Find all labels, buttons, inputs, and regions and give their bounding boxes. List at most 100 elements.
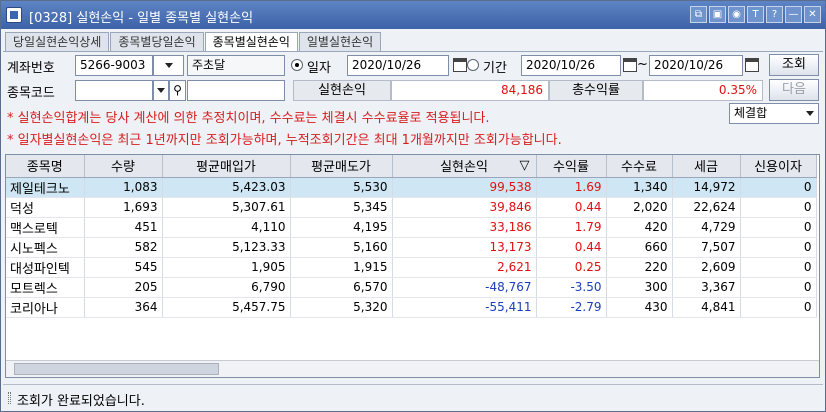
close-icon[interactable]: ✕	[804, 6, 821, 23]
table-row[interactable]: 대성파인텍 545 1,905 1,915 2,621 0.25 220 2,6…	[6, 257, 817, 278]
cell-avg-buy: 4,110	[162, 217, 291, 238]
cell-avg-sell: 5,320	[290, 297, 393, 318]
search-icon[interactable]: ⚲	[169, 80, 186, 101]
column-header[interactable]: 수수료	[606, 155, 673, 178]
cell-tax: 7,507	[672, 237, 741, 258]
status-bar: 조회가 완료되었습니다.	[3, 384, 823, 410]
link-window-icon[interactable]: ⧉	[690, 6, 707, 23]
cell-name: 덕성	[6, 197, 85, 218]
period-end-field[interactable]: 2020/10/26	[649, 55, 743, 76]
notice-line-2: * 일자별실현손익은 최근 1년까지만 조회가능하며, 누적조회기간은 최대 1…	[7, 133, 562, 148]
cell-pnl: 2,621	[392, 257, 537, 278]
stock-code-label: 종목코드	[7, 86, 55, 101]
horizontal-scrollbar[interactable]	[6, 360, 819, 377]
cell-pnl: -48,767	[392, 277, 537, 298]
table-body: 제일테크노 1,083 5,423.03 5,530 99,538 1.69 1…	[6, 177, 817, 318]
cell-avg-sell: 5,345	[290, 197, 393, 218]
account-dropdown[interactable]	[153, 55, 184, 76]
table-row[interactable]: 덕성 1,693 5,307.61 5,345 39,846 0.44 2,02…	[6, 197, 817, 218]
period-start-field[interactable]: 2020/10/26	[521, 55, 621, 76]
title-bar[interactable]: [0328] 실현손익 - 일별 종목별 실현손익 ⧉ ▣ ◉ T ? — ✕	[1, 1, 825, 29]
cell-avg-buy: 5,457.75	[162, 297, 291, 318]
calendar-icon[interactable]	[623, 58, 637, 72]
pnl-table: 종목명 수량 평균매입가 평균매도가 실현손익 ▽ 수익률 수수료 세금 신용이…	[6, 155, 817, 318]
total-return-value: 0.35%	[643, 80, 763, 101]
cell-interest: 0	[740, 217, 817, 238]
tab-daily-realized-detail[interactable]: 당일실현손익상세	[5, 32, 110, 51]
cell-pnl: 13,173	[392, 237, 537, 258]
account-owner-field: 주초달	[187, 55, 285, 76]
column-header[interactable]: 신용이자	[740, 155, 817, 178]
cell-name: 맥스로텍	[6, 217, 85, 238]
column-header[interactable]: 평균매입가	[162, 155, 291, 178]
table-row[interactable]: 시노펙스 582 5,123.33 5,160 13,173 0.44 660 …	[6, 237, 817, 258]
cell-tax: 22,624	[672, 197, 741, 218]
chevron-down-icon	[806, 111, 814, 116]
column-header[interactable]: 평균매도가	[290, 155, 393, 178]
settings-icon[interactable]: ◉	[728, 6, 745, 23]
column-header-label: 실현손익	[440, 160, 488, 176]
tab-daily-realized-pnl[interactable]: 일별실현손익	[298, 32, 382, 51]
cell-qty: 205	[84, 277, 163, 298]
cell-rate: 0.25	[536, 257, 607, 278]
table-header: 종목명 수량 평균매입가 평균매도가 실현손익 ▽ 수익률 수수료 세금 신용이…	[6, 155, 817, 178]
minimize-icon[interactable]: —	[785, 6, 802, 23]
notice-line-1: * 실현손익합계는 당사 계산에 의한 추정치이며, 수수료는 체결시 수수료율…	[7, 111, 490, 126]
cell-fee: 2,020	[606, 197, 673, 218]
table-row[interactable]: 맥스로텍 451 4,110 4,195 33,186 1.79 420 4,7…	[6, 217, 817, 238]
period-radio[interactable]	[467, 59, 479, 71]
tab-stock-realized-pnl[interactable]: 종목별실현손익	[204, 32, 298, 52]
next-button[interactable]: 다음	[769, 79, 819, 101]
cell-avg-buy: 1,905	[162, 257, 291, 278]
cell-fee: 420	[606, 217, 673, 238]
calendar-icon[interactable]	[745, 58, 759, 72]
search-button[interactable]: 조회	[769, 54, 819, 76]
cell-avg-buy: 5,123.33	[162, 237, 291, 258]
cell-interest: 0	[740, 177, 817, 198]
table-row[interactable]: 모트렉스 205 6,790 6,570 -48,767 -3.50 300 3…	[6, 277, 817, 298]
layout-icon[interactable]: ▣	[709, 6, 726, 23]
help-icon[interactable]: ?	[766, 6, 783, 23]
font-size-icon[interactable]: T	[747, 6, 764, 23]
cell-tax: 14,972	[672, 177, 741, 198]
cell-interest: 0	[740, 237, 817, 258]
cell-fee: 660	[606, 237, 673, 258]
column-header[interactable]: 세금	[672, 155, 741, 178]
table-row[interactable]: 제일테크노 1,083 5,423.03 5,530 99,538 1.69 1…	[6, 177, 817, 198]
cell-fee: 220	[606, 257, 673, 278]
column-header-sorted[interactable]: 실현손익 ▽	[392, 155, 537, 178]
filter-select-value: 체결합	[734, 106, 768, 120]
stock-name-field	[187, 80, 285, 101]
cell-qty: 582	[84, 237, 163, 258]
date-field[interactable]: 2020/10/26	[347, 55, 449, 76]
stock-code-dropdown[interactable]	[153, 80, 169, 101]
query-panel: 계좌번호 5266-9003 주초달 일자 2020/10/26 기간 2020…	[3, 51, 823, 151]
calendar-icon[interactable]	[453, 58, 467, 72]
cell-avg-sell: 5,530	[290, 177, 393, 198]
realized-pnl-window: [0328] 실현손익 - 일별 종목별 실현손익 ⧉ ▣ ◉ T ? — ✕ …	[0, 0, 826, 412]
date-radio[interactable]	[291, 59, 303, 71]
cell-name: 모트렉스	[6, 277, 85, 298]
filter-select[interactable]: 체결합	[729, 103, 819, 124]
stock-code-field[interactable]	[75, 80, 153, 101]
column-header[interactable]: 종목명	[6, 155, 85, 178]
table-row[interactable]: 코리아나 364 5,457.75 5,320 -55,411 -2.79 43…	[6, 297, 817, 318]
cell-avg-sell: 4,195	[290, 217, 393, 238]
realized-pnl-value: 84,186	[391, 80, 549, 101]
cell-name: 대성파인텍	[6, 257, 85, 278]
cell-tax: 3,367	[672, 277, 741, 298]
tab-stock-daily-pnl[interactable]: 종목별당일손익	[110, 32, 204, 51]
chevron-down-icon	[165, 63, 173, 68]
scrollbar-thumb[interactable]	[14, 363, 219, 375]
status-message: 조회가 완료되었습니다.	[17, 394, 145, 409]
column-header[interactable]: 수량	[84, 155, 163, 178]
tab-bar: 당일실현손익상세 종목별당일손익 종목별실현손익 일별실현손익	[5, 32, 382, 52]
cell-interest: 0	[740, 297, 817, 318]
cell-interest: 0	[740, 277, 817, 298]
cell-pnl: 33,186	[392, 217, 537, 238]
account-number-field[interactable]: 5266-9003	[75, 55, 153, 76]
cell-avg-buy: 5,423.03	[162, 177, 291, 198]
realized-pnl-grid[interactable]: 종목명 수량 평균매입가 평균매도가 실현손익 ▽ 수익률 수수료 세금 신용이…	[5, 154, 820, 378]
cell-rate: 0.44	[536, 197, 607, 218]
column-header[interactable]: 수익률	[536, 155, 607, 178]
